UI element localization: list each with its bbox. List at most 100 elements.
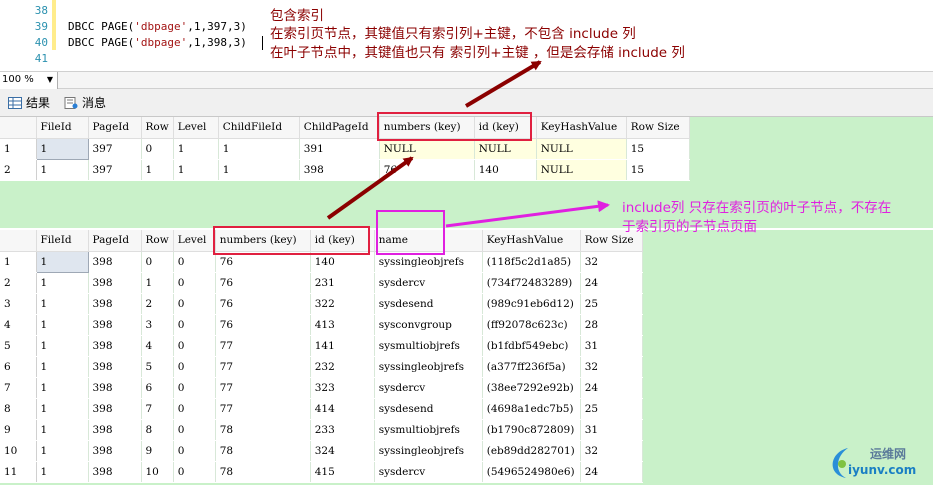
table-cell[interactable]: syssingleobjrefs [374, 356, 483, 378]
table-cell[interactable]: 232 [310, 356, 375, 378]
table-cell[interactable]: 1 [36, 314, 89, 336]
table-cell[interactable]: 323 [310, 377, 375, 399]
table-cell[interactable]: 1 [36, 272, 89, 294]
table-cell[interactable]: 413 [310, 314, 375, 336]
table-row[interactable]: 1 1 397 0 1 1 391 NULL NULL NULL 15 [0, 137, 690, 160]
table-cell[interactable]: 414 [310, 398, 375, 420]
table-cell[interactable]: 0 [173, 314, 216, 336]
table-cell[interactable]: 77 [215, 356, 311, 378]
column-header[interactable]: FileId [36, 230, 89, 252]
table-cell[interactable]: 77 [215, 335, 311, 357]
table-row[interactable]: 8 1 398 7 0 77 414 sysdesend (4698a1edc7b5) 25 [0, 398, 643, 420]
column-header[interactable]: FileId [36, 117, 89, 139]
table-cell[interactable]: sysmultiobjrefs [374, 335, 483, 357]
table-cell[interactable]: 0 [173, 356, 216, 378]
table-cell[interactable]: 0 [173, 272, 216, 294]
table-cell[interactable]: 76 [215, 272, 311, 294]
table-row[interactable]: 2 1 398 1 0 76 231 sysdercv (734f72483289) 24 [0, 272, 643, 294]
table-cell[interactable]: 2 [141, 293, 174, 315]
table-cell[interactable]: 10 [141, 461, 174, 483]
column-header[interactable]: KeyHashValue [536, 117, 627, 139]
table-cell[interactable]: 398 [88, 356, 142, 378]
column-header[interactable]: PageId [88, 230, 142, 252]
table-row[interactable]: 11 1 398 10 0 78 415 sysdercv (5496524980e6) 24 [0, 461, 643, 483]
table-cell[interactable]: sysdesend [374, 398, 483, 420]
table-cell[interactable]: 1 [35, 250, 89, 273]
table-cell[interactable]: 7 [141, 398, 174, 420]
table-cell[interactable]: 32 [580, 440, 643, 462]
table-cell[interactable]: 398 [88, 461, 142, 483]
table-cell[interactable]: 3 [141, 314, 174, 336]
column-header[interactable]: Level [173, 117, 219, 139]
table-cell[interactable]: 231 [310, 272, 375, 294]
table-cell[interactable]: 1 [36, 398, 89, 420]
table-cell[interactable]: (4698a1edc7b5) [482, 398, 581, 420]
table-cell[interactable]: 24 [580, 461, 643, 483]
table-cell[interactable]: 31 [580, 419, 643, 441]
table-cell[interactable]: (989c91eb6d12) [482, 293, 581, 315]
table-cell[interactable]: 78 [215, 461, 311, 483]
table-cell[interactable]: 4 [141, 335, 174, 357]
column-header[interactable]: PageId [88, 117, 142, 139]
column-header[interactable]: Row [141, 117, 174, 139]
table-cell[interactable]: 233 [310, 419, 375, 441]
table-cell[interactable]: 5 [141, 356, 174, 378]
table-cell[interactable]: sysconvgroup [374, 314, 483, 336]
table-cell[interactable]: 78 [215, 440, 311, 462]
table-row[interactable]: 4 1 398 3 0 76 413 sysconvgroup (ff92078c623c) 28 [0, 314, 643, 336]
table-cell[interactable]: 415 [310, 461, 375, 483]
table-cell[interactable]: 398 [88, 314, 142, 336]
table-cell[interactable]: 1 [141, 272, 174, 294]
table-cell[interactable]: (5496524980e6) [482, 461, 581, 483]
code-line-40[interactable]: DBCC PAGE('dbpage',1,398,3) [68, 36, 247, 49]
column-header[interactable]: Level [173, 230, 216, 252]
query-editor[interactable]: 38 39 40 41 DBCC PAGE('dbpage',1,397,3) … [0, 0, 933, 71]
table-cell[interactable]: 0 [173, 293, 216, 315]
table-cell[interactable]: 0 [173, 398, 216, 420]
table-cell[interactable]: 398 [88, 293, 142, 315]
table-cell[interactable]: 24 [580, 377, 643, 399]
table-cell[interactable]: 0 [173, 251, 216, 273]
table-cell[interactable]: 398 [88, 440, 142, 462]
table-cell[interactable]: 1 [36, 377, 89, 399]
table-cell[interactable]: 28 [580, 314, 643, 336]
table-cell[interactable]: 32 [580, 356, 643, 378]
table-cell[interactable]: 1 [36, 293, 89, 315]
table-cell[interactable]: sysdesend [374, 293, 483, 315]
table-cell[interactable]: 398 [88, 251, 142, 273]
column-header[interactable]: ChildFileId [218, 117, 300, 139]
table-cell[interactable]: 322 [310, 293, 375, 315]
table-cell[interactable]: 9 [141, 440, 174, 462]
table-row[interactable]: 10 1 398 9 0 78 324 syssingleobjrefs (eb89dd2827… [0, 440, 643, 462]
table-cell[interactable]: 0 [173, 335, 216, 357]
column-header[interactable]: KeyHashValue [482, 230, 581, 252]
table-cell[interactable]: 1 [36, 335, 89, 357]
table-cell[interactable]: 398 [88, 335, 142, 357]
table-cell[interactable]: sysmultiobjrefs [374, 419, 483, 441]
zoom-select[interactable]: 100 % ▼ [0, 72, 58, 89]
table-cell[interactable]: 6 [141, 377, 174, 399]
table-cell[interactable]: (118f5c2d1a85) [482, 251, 581, 273]
table-cell[interactable]: syssingleobjrefs [374, 440, 483, 462]
table-cell[interactable]: (38ee7292e92b) [482, 377, 581, 399]
table-cell[interactable]: 32 [580, 251, 643, 273]
table-cell[interactable]: 77 [215, 377, 311, 399]
table-cell[interactable]: 25 [580, 398, 643, 420]
table-cell[interactable]: 76 [215, 293, 311, 315]
table-cell[interactable]: (eb89dd282701) [482, 440, 581, 462]
column-header[interactable]: ChildPageId [299, 117, 380, 139]
column-header[interactable]: Row [141, 230, 174, 252]
table-cell[interactable]: (a377ff236f5a) [482, 356, 581, 378]
table-cell[interactable]: sysdercv [374, 461, 483, 483]
table-cell[interactable]: 1 [36, 461, 89, 483]
table-cell[interactable]: (734f72483289) [482, 272, 581, 294]
table-row[interactable]: 2 1 397 1 1 1 398 76 140 NULL 15 [0, 159, 690, 181]
table-cell[interactable]: 398 [88, 272, 142, 294]
table-cell[interactable]: 78 [215, 419, 311, 441]
table-cell[interactable]: 1 [36, 419, 89, 441]
table-cell[interactable]: (ff92078c623c) [482, 314, 581, 336]
column-header[interactable]: Row Size [626, 117, 690, 139]
table-cell[interactable]: 398 [88, 398, 142, 420]
table-cell[interactable]: 76 [215, 314, 311, 336]
table-cell[interactable]: (b1790c872809) [482, 419, 581, 441]
